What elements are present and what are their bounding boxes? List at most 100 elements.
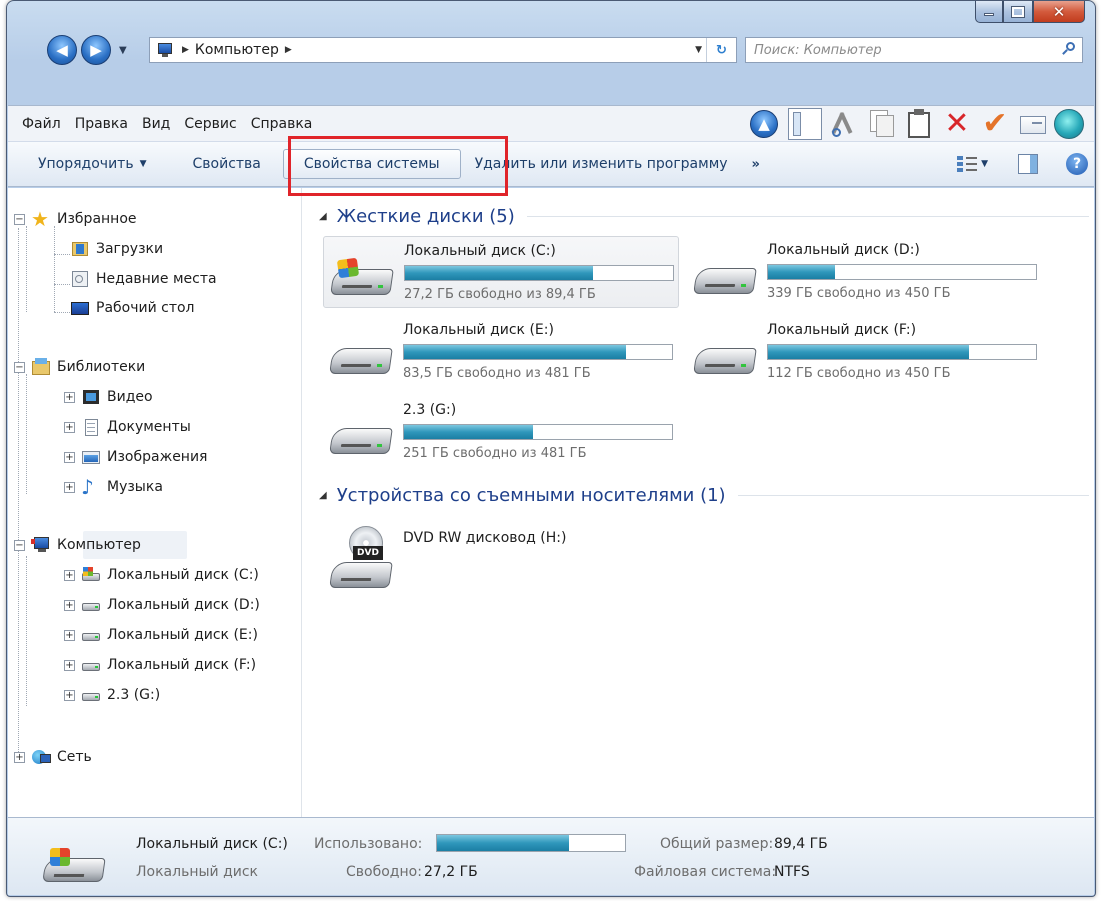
group-collapse-icon[interactable]: ◢ (319, 490, 327, 501)
tree-item-drive-d[interactable]: + Локальный диск (D:) (64, 592, 260, 618)
drive-name: Локальный диск (D:) (767, 242, 920, 258)
tree-item-drive-f[interactable]: + Локальный диск (F:) (64, 652, 256, 678)
expand-toggle-icon[interactable]: + (64, 629, 75, 641)
tree-item-images[interactable]: + Изображения (64, 444, 207, 470)
up-button[interactable]: ▲ (750, 108, 784, 140)
menu-help[interactable]: Справка (244, 116, 320, 132)
help-icon[interactable]: ? (1066, 153, 1088, 175)
breadcrumb-computer[interactable]: Компьютер (195, 42, 279, 58)
expand-toggle-icon[interactable]: + (14, 751, 25, 763)
tree-item-desktop[interactable]: Рабочий стол (70, 295, 195, 321)
more-commands-button[interactable]: » (752, 157, 760, 172)
tree-item-video[interactable]: + Видео (64, 384, 153, 410)
forward-arrow-icon: ▶ (90, 41, 102, 59)
forward-button[interactable]: ▶ (81, 35, 111, 65)
minimize-icon (984, 13, 994, 16)
tree-item-drive-g[interactable]: + 2.3 (G:) (64, 682, 160, 708)
drive-name: 2.3 (G:) (403, 402, 457, 418)
command-bar: Упорядочить ▼ Свойства Свойства системы … (8, 141, 1094, 187)
back-arrow-icon: ◀ (56, 41, 68, 59)
close-button[interactable]: ✕ (1033, 1, 1085, 23)
command-bar-right: ▼ ? (957, 148, 1088, 180)
back-button[interactable]: ◀ (47, 35, 77, 65)
group-header-removable[interactable]: ◢ Устройства со съемными носителями (1) (319, 481, 1089, 509)
uninstall-label: Удалить или изменить программу (474, 156, 728, 172)
details-fs-label: Файловая система: (634, 864, 777, 880)
drive-free-space: 112 ГБ свободно из 450 ГБ (767, 366, 951, 381)
copy-icon[interactable] (864, 108, 898, 140)
menu-edit[interactable]: Правка (68, 116, 135, 132)
toolbar-icons: ▲ ✕ ✔ (746, 108, 1088, 140)
menu-file[interactable]: Файл (15, 116, 68, 132)
refresh-button[interactable]: ↻ (706, 38, 736, 62)
group-collapse-icon[interactable]: ◢ (319, 211, 327, 222)
paste-icon[interactable] (902, 108, 936, 140)
view-dropdown-icon[interactable]: ▼ (981, 159, 988, 169)
organize-button[interactable]: Упорядочить ▼ (8, 149, 161, 179)
tree-item-drive-c[interactable]: + Локальный диск (C:) (64, 562, 259, 588)
maximize-button[interactable] (1003, 1, 1033, 23)
tree-item-documents[interactable]: + Документы (64, 414, 191, 440)
expand-toggle-icon[interactable]: + (64, 659, 75, 671)
drive-tile[interactable]: Локальный диск (E:) 83,5 ГБ свободно из 4… (323, 316, 679, 388)
expand-toggle-icon[interactable]: + (64, 421, 75, 433)
check-icon[interactable]: ✔ (978, 108, 1012, 140)
tree-item-favorites[interactable]: − ★ Избранное (14, 206, 137, 232)
group-title: Устройства со съемными носителями (1) (336, 484, 726, 506)
details-fs-value: NTFS (774, 864, 810, 880)
details-usage-bar (436, 834, 626, 852)
breadcrumb-arrow-icon[interactable]: ▶ (182, 45, 189, 55)
drive-tile[interactable]: Локальный диск (F:) 112 ГБ свободно из 45… (687, 316, 1043, 388)
delete-icon[interactable]: ✕ (940, 108, 974, 140)
shell-button[interactable] (1054, 108, 1088, 140)
expand-toggle-icon[interactable]: + (64, 569, 75, 581)
preview-pane-icon[interactable] (1018, 154, 1038, 174)
expand-toggle-icon[interactable]: + (64, 599, 75, 611)
tree-item-drive-e[interactable]: + Локальный диск (E:) (64, 622, 258, 648)
main-pane: ◢ Жесткие диски (5) Локальный диск (C:) 2… (303, 188, 1094, 817)
cut-icon[interactable] (826, 108, 860, 140)
tree-item-network[interactable]: + Сеть (14, 744, 92, 770)
collapse-toggle-icon[interactable]: − (14, 539, 25, 551)
drive-tile[interactable]: 2.3 (G:) 251 ГБ свободно из 481 ГБ (323, 396, 679, 468)
uninstall-program-button[interactable]: Удалить или изменить программу (461, 149, 742, 179)
drive-usage-bar (767, 264, 1037, 280)
menu-view[interactable]: Вид (135, 116, 177, 132)
panes-icon[interactable] (788, 108, 822, 140)
tree-item-music[interactable]: + ♪ Музыка (64, 474, 163, 500)
expand-toggle-icon[interactable]: + (64, 689, 75, 701)
music-icon: ♪ (81, 475, 94, 499)
properties-icon[interactable] (1016, 108, 1050, 140)
search-icon[interactable] (1062, 42, 1076, 56)
drive-tile[interactable]: Локальный диск (D:) 339 ГБ свободно из 45… (687, 236, 1043, 308)
tree-label: Локальный диск (D:) (107, 597, 260, 613)
properties-button[interactable]: Свойства (161, 149, 275, 179)
tree-item-downloads[interactable]: Загрузки (70, 236, 163, 262)
drive-name: Локальный диск (E:) (403, 322, 554, 338)
view-options-icon[interactable] (957, 155, 978, 173)
tree-item-libraries[interactable]: − Библиотеки (14, 354, 145, 380)
drive-icon (81, 596, 101, 614)
address-bar[interactable]: ▶ Компьютер ▶ ▼ ↻ (149, 37, 737, 63)
tree-label: Библиотеки (57, 359, 146, 375)
search-box[interactable]: Поиск: Компьютер (745, 37, 1083, 63)
menu-tools[interactable]: Сервис (177, 116, 243, 132)
breadcrumb-arrow-icon[interactable]: ▶ (285, 45, 292, 55)
group-header-hard-drives[interactable]: ◢ Жесткие диски (5) (319, 202, 1089, 230)
tree-item-recent-places[interactable]: Недавние места (70, 266, 217, 292)
collapse-toggle-icon[interactable]: − (14, 361, 25, 373)
expand-toggle-icon[interactable]: + (64, 391, 75, 403)
collapse-toggle-icon[interactable]: − (14, 213, 25, 225)
minimize-button[interactable] (975, 1, 1003, 23)
address-dropdown-icon[interactable]: ▼ (695, 45, 702, 55)
drive-usage-fill (768, 345, 969, 359)
expand-toggle-icon[interactable]: + (64, 451, 75, 463)
expand-toggle-icon[interactable]: + (64, 481, 75, 493)
tree-item-computer[interactable]: − Компьютер (14, 532, 141, 558)
system-properties-button[interactable]: Свойства системы (282, 149, 461, 179)
drive-tile[interactable]: Локальный диск (C:) 27,2 ГБ свободно из 8… (323, 236, 679, 308)
history-dropdown-icon[interactable]: ▼ (119, 45, 127, 56)
dvd-drive-tile[interactable]: DVD DVD RW дисковод (H:) (323, 524, 679, 596)
details-free-label: Свободно: (346, 864, 422, 880)
tree-label: Недавние места (96, 271, 217, 287)
